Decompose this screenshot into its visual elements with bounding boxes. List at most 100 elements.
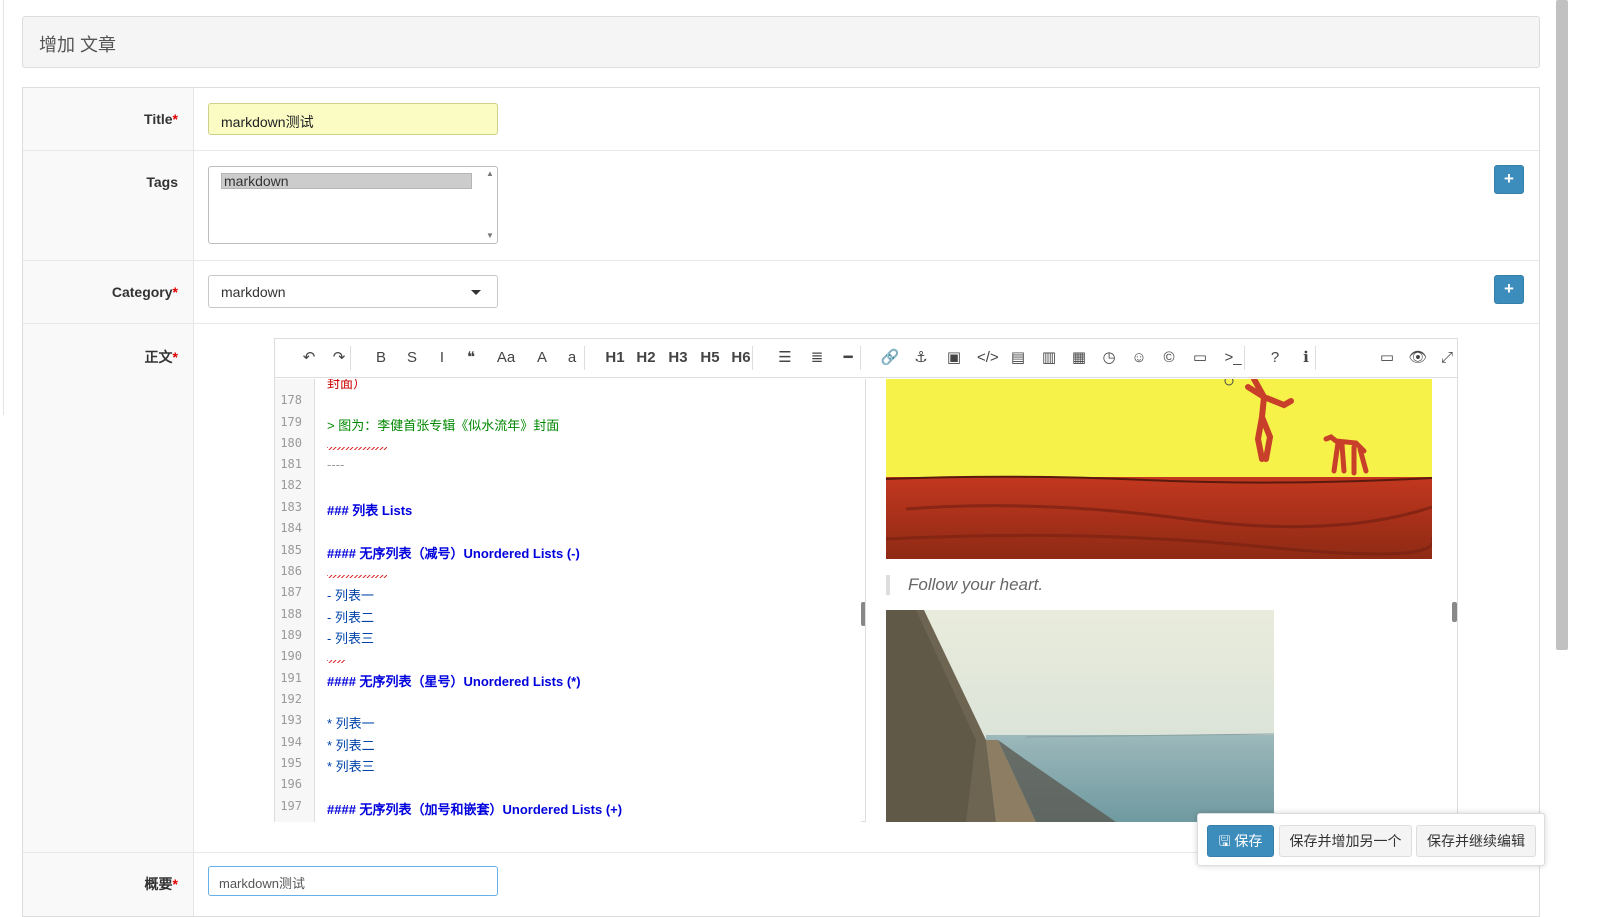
- preview-blockquote: Follow your heart.: [908, 575, 1044, 594]
- sidebar-edge: [0, 0, 4, 415]
- pagebreak-icon[interactable]: ▭: [1190, 347, 1210, 369]
- line-number: 184: [280, 521, 302, 535]
- toolbar-separator: [350, 346, 351, 370]
- redo-icon[interactable]: ↷: [329, 347, 349, 369]
- bold-icon[interactable]: B: [371, 347, 391, 369]
- image-icon[interactable]: ▣: [944, 347, 964, 369]
- ordered-list-icon[interactable]: ≣: [807, 347, 827, 369]
- preformatted-text-icon[interactable]: ▥: [1039, 347, 1059, 369]
- toolbar-separator: [1244, 346, 1245, 370]
- strikethrough-icon[interactable]: S: [402, 347, 422, 369]
- lowercase-icon[interactable]: a: [562, 347, 582, 369]
- title-input[interactable]: markdown测试: [208, 103, 498, 135]
- line-number: 180: [280, 436, 302, 450]
- required-mark: *: [172, 111, 178, 127]
- help-icon[interactable]: ?: [1265, 347, 1285, 369]
- terminal-icon[interactable]: >_: [1223, 347, 1243, 369]
- line-number: 179: [280, 415, 302, 429]
- anchor-icon[interactable]: ⚓: [911, 347, 931, 369]
- link-icon[interactable]: 🔗: [880, 347, 900, 369]
- uppercase-icon[interactable]: Aa: [496, 347, 516, 369]
- code-block-icon[interactable]: ▤: [1008, 347, 1028, 369]
- horizontal-rule-icon[interactable]: ━: [838, 347, 858, 369]
- title-label: Title*: [22, 111, 178, 127]
- quote-icon[interactable]: ❝: [461, 347, 481, 369]
- spellcheck-underline: [327, 575, 387, 578]
- inline-code-icon[interactable]: </>: [977, 347, 999, 369]
- category-selected-value: markdown: [221, 284, 286, 300]
- required-mark: *: [172, 349, 178, 365]
- save-button-label: 保存: [1234, 833, 1263, 849]
- code-line: ### 列表 Lists: [327, 503, 413, 518]
- unordered-list-icon[interactable]: ☰: [775, 347, 795, 369]
- preview-pane: Follow your heart.: [866, 379, 1457, 822]
- spellcheck-underline: [327, 447, 387, 450]
- toolbar-separator: [584, 346, 585, 370]
- blockquote-bar: [886, 575, 890, 595]
- required-mark: *: [172, 876, 178, 892]
- emoji-icon[interactable]: ☺: [1129, 347, 1149, 369]
- save-button[interactable]: 🖫 保存: [1207, 825, 1274, 857]
- code-line: * 列表三: [327, 759, 375, 774]
- title-label-text: Title: [144, 111, 173, 127]
- preview-image-album-cover: [886, 379, 1432, 559]
- caret-down-icon: [471, 290, 481, 295]
- scroll-up-icon[interactable]: ▲: [486, 169, 494, 178]
- line-number: 194: [280, 735, 302, 749]
- line-number: 186: [280, 564, 302, 578]
- h6-button[interactable]: H6: [731, 347, 751, 369]
- html-entities-icon[interactable]: ©: [1159, 347, 1179, 369]
- markdown-editor: ↶ ↷ B S I ❝ Aa Aa H1 H2 H3 H5 H6 ☰ ≣ ━ 🔗 ⚓ ▣ </> ▤ ▥ ▦ ◷ ☺ © ▭ >_? ℹ…: [274, 338, 1458, 822]
- h2-button[interactable]: H2: [636, 347, 656, 369]
- line-number: 195: [280, 756, 302, 770]
- tags-label: Tags: [22, 174, 178, 190]
- code-line: #### 无序列表（加号和嵌套）Unordered Lists (+): [327, 802, 623, 817]
- row-divider: [23, 260, 1539, 261]
- watch-desktop-icon[interactable]: ▭: [1377, 347, 1397, 369]
- body-label-text: 正文: [144, 349, 173, 365]
- save-and-continue-button[interactable]: 保存并继续编辑: [1416, 825, 1536, 857]
- undo-icon[interactable]: ↶: [299, 347, 319, 369]
- tags-scrollbar[interactable]: ▲ ▼: [485, 169, 495, 241]
- summary-label-text: 概要: [144, 876, 173, 892]
- code-line: 封面）: [327, 379, 367, 391]
- code-pane[interactable]: 封面） 178 179 > 图为：李健首张专辑《似水流年》封面 180 181 ---- 18…: [275, 379, 861, 822]
- datetime-icon[interactable]: ◷: [1099, 347, 1119, 369]
- add-category-button[interactable]: +: [1494, 275, 1524, 304]
- preview-scrollbar-thumb[interactable]: [1452, 602, 1457, 622]
- line-number: 178: [280, 393, 302, 407]
- line-number: 185: [280, 543, 302, 557]
- summary-label: 概要*: [22, 874, 178, 894]
- page-header: 增加 文章: [22, 16, 1540, 68]
- page-scrollbar-thumb[interactable]: [1556, 0, 1568, 650]
- tag-option-selected[interactable]: markdown: [221, 173, 472, 189]
- summary-input[interactable]: markdown测试: [208, 866, 498, 896]
- code-line: - 列表二: [327, 610, 374, 625]
- ucwords-icon[interactable]: A: [532, 347, 552, 369]
- toolbar-separator: [1315, 346, 1316, 370]
- add-tag-button[interactable]: +: [1494, 165, 1524, 194]
- category-select[interactable]: markdown: [208, 275, 498, 308]
- line-number: 193: [280, 713, 302, 727]
- italic-icon[interactable]: I: [432, 347, 452, 369]
- scroll-down-icon[interactable]: ▼: [486, 231, 494, 240]
- line-number: 197: [280, 799, 302, 813]
- info-icon[interactable]: ℹ: [1296, 347, 1316, 369]
- h1-button[interactable]: H1: [605, 347, 625, 369]
- table-icon[interactable]: ▦: [1069, 347, 1089, 369]
- h3-button[interactable]: H3: [668, 347, 688, 369]
- save-icon: 🖫: [1218, 833, 1231, 849]
- preview-toggle-icon[interactable]: 👁: [1408, 347, 1428, 369]
- save-actions-panel: 🖫 保存 保存并增加另一个 保存并继续编辑: [1197, 813, 1545, 866]
- preview-image-seaside: [886, 610, 1274, 822]
- save-and-add-another-button[interactable]: 保存并增加另一个: [1279, 825, 1412, 857]
- fullscreen-icon[interactable]: ⤢: [1437, 347, 1457, 369]
- code-line: ----: [327, 457, 345, 472]
- h5-button[interactable]: H5: [700, 347, 720, 369]
- line-number: 188: [280, 607, 302, 621]
- required-mark: *: [172, 284, 178, 300]
- code-line: > 图为：李健首张专辑《似水流年》封面: [327, 418, 560, 433]
- code-line: * 列表一: [327, 716, 375, 731]
- category-label: Category*: [22, 284, 178, 300]
- tags-multiselect[interactable]: markdown ▲ ▼: [208, 166, 498, 244]
